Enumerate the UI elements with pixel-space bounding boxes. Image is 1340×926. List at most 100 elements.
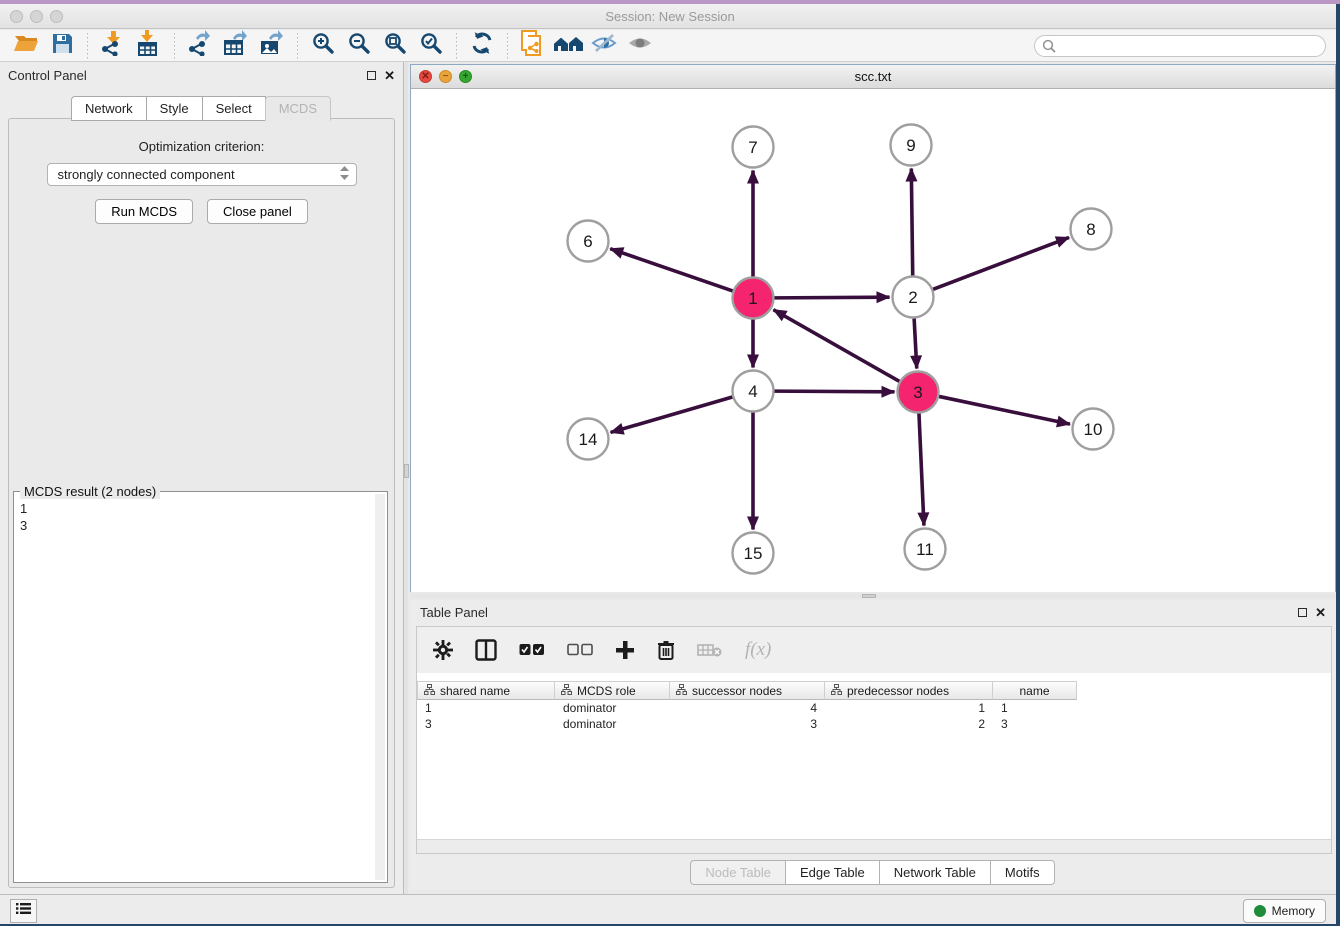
graph-edge-2-3[interactable] <box>914 318 917 368</box>
clone-network-button[interactable] <box>515 32 551 60</box>
search-field-wrap <box>1034 35 1326 57</box>
mcds-result-text[interactable]: 1 3 <box>20 500 373 880</box>
control-panel-title: Control Panel <box>8 68 87 83</box>
table-cell[interactable]: 3 <box>670 716 825 732</box>
table-cell[interactable]: 4 <box>670 700 825 716</box>
toolbar-separator <box>297 33 298 59</box>
network-window-title: scc.txt <box>411 69 1335 84</box>
deselect-all-icon[interactable] <box>567 643 593 657</box>
column-header-successor-nodes[interactable]: successor nodes <box>670 681 825 700</box>
zoom-in-button[interactable] <box>305 32 341 60</box>
float-panel-icon[interactable] <box>367 71 376 80</box>
network-minimize-button[interactable]: − <box>439 70 452 83</box>
gear-icon[interactable] <box>433 640 453 660</box>
table-cell[interactable]: 1 <box>825 700 993 716</box>
memory-status-icon <box>1254 905 1266 917</box>
table-cell[interactable]: dominator <box>555 700 670 716</box>
column-header-shared-name[interactable]: shared name <box>417 681 555 700</box>
table-cell[interactable]: 3 <box>993 716 1077 732</box>
result-scrollbar[interactable] <box>375 494 385 880</box>
add-column-icon[interactable] <box>615 640 635 660</box>
search-input[interactable] <box>1034 35 1326 57</box>
show-graphics-button[interactable] <box>623 32 659 60</box>
table-cell[interactable]: 1 <box>993 700 1077 716</box>
horizontal-divider-grip[interactable] <box>862 594 876 598</box>
control-panel: Control Panel ✕ NetworkStyleSelectMCDS O… <box>0 62 403 894</box>
hide-columns-icon <box>697 642 723 658</box>
tab-network[interactable]: Network <box>71 96 147 121</box>
close-panel-button[interactable]: Close panel <box>207 199 308 224</box>
table-tab-network-table[interactable]: Network Table <box>879 860 991 885</box>
search-icon <box>1042 39 1056 58</box>
network-graph[interactable]: 1234678910111415 <box>411 89 1335 592</box>
desktop-edge-right <box>1336 4 1340 926</box>
graph-edge-3-10[interactable] <box>939 396 1070 424</box>
tab-mcds[interactable]: MCDS <box>265 96 331 121</box>
graph-edge-4-3[interactable] <box>774 391 894 392</box>
hide-graphics-button[interactable] <box>587 32 623 60</box>
graph-edge-3-1[interactable] <box>773 310 899 382</box>
clone-network-icon <box>520 29 546 62</box>
import-table-button[interactable] <box>131 32 167 60</box>
criterion-select[interactable]: strongly connected component <box>47 163 357 186</box>
ndex-button[interactable] <box>551 32 587 60</box>
table-cell[interactable]: dominator <box>555 716 670 732</box>
export-image-icon <box>258 30 286 61</box>
graph-edge-1-2[interactable] <box>774 297 889 298</box>
close-table-panel-icon[interactable]: ✕ <box>1315 608 1326 617</box>
run-mcds-button[interactable]: Run MCDS <box>95 199 193 224</box>
zoom-fit-button[interactable] <box>377 32 413 60</box>
table-cell[interactable]: 2 <box>825 716 993 732</box>
graph-edge-2-8[interactable] <box>933 237 1069 289</box>
toolbar-separator <box>87 33 88 59</box>
table-row[interactable]: 1dominator411 <box>417 700 1331 716</box>
network-maximize-button[interactable]: + <box>459 70 472 83</box>
export-network-button[interactable] <box>182 32 218 60</box>
table-header-row: shared nameMCDS rolesuccessor nodesprede… <box>417 681 1331 700</box>
graph-node-label-6: 6 <box>583 232 592 251</box>
table-cell[interactable]: 3 <box>417 716 555 732</box>
table-tab-motifs[interactable]: Motifs <box>990 860 1055 885</box>
network-window: ✕ − + scc.txt 1234678910111415 <box>410 64 1336 592</box>
optimization-label: Optimization criterion: <box>9 139 394 154</box>
mcds-result-title: MCDS result (2 nodes) <box>20 484 160 499</box>
status-bar: Memory <box>0 894 1340 926</box>
columns-icon[interactable] <box>475 639 497 661</box>
tab-select[interactable]: Select <box>202 96 266 121</box>
tab-style[interactable]: Style <box>146 96 203 121</box>
apply-layout-button[interactable] <box>464 32 500 60</box>
save-session-button[interactable] <box>44 32 80 60</box>
delete-icon[interactable] <box>657 640 675 661</box>
column-header-MCDS-role[interactable]: MCDS role <box>555 681 670 700</box>
zoom-out-button[interactable] <box>341 32 377 60</box>
table-cell[interactable]: 1 <box>417 700 555 716</box>
import-network-button[interactable] <box>95 32 131 60</box>
select-all-icon[interactable] <box>519 643 545 657</box>
table-row[interactable]: 3dominator323 <box>417 716 1331 732</box>
table-tab-node-table[interactable]: Node Table <box>690 860 786 885</box>
network-close-button[interactable]: ✕ <box>419 70 432 83</box>
column-header-predecessor-nodes[interactable]: predecessor nodes <box>825 681 993 700</box>
graph-node-label-15: 15 <box>744 544 763 563</box>
graph-edge-1-6[interactable] <box>610 249 732 291</box>
select-stepper-icon <box>339 165 350 184</box>
export-image-button[interactable] <box>254 32 290 60</box>
table-panel-title: Table Panel <box>420 605 488 620</box>
float-table-panel-icon[interactable] <box>1298 608 1307 617</box>
memory-button[interactable]: Memory <box>1243 899 1326 923</box>
close-panel-icon[interactable]: ✕ <box>384 71 395 80</box>
zoom-selected-button[interactable] <box>413 32 449 60</box>
table-tab-edge-table[interactable]: Edge Table <box>785 860 880 885</box>
graph-edge-4-14[interactable] <box>611 397 733 432</box>
task-history-button[interactable] <box>10 899 37 923</box>
column-header-name[interactable]: name <box>993 681 1077 700</box>
horizontal-divider[interactable] <box>410 594 1336 598</box>
apply-layout-icon <box>470 31 494 60</box>
network-canvas[interactable]: 1234678910111415 <box>411 89 1335 592</box>
graph-edge-2-9[interactable] <box>911 168 912 275</box>
open-file-button[interactable] <box>8 32 44 60</box>
export-table-button[interactable] <box>218 32 254 60</box>
graph-node-label-10: 10 <box>1084 420 1103 439</box>
table-hscrollbar[interactable] <box>417 839 1331 853</box>
graph-edge-3-11[interactable] <box>919 413 924 525</box>
